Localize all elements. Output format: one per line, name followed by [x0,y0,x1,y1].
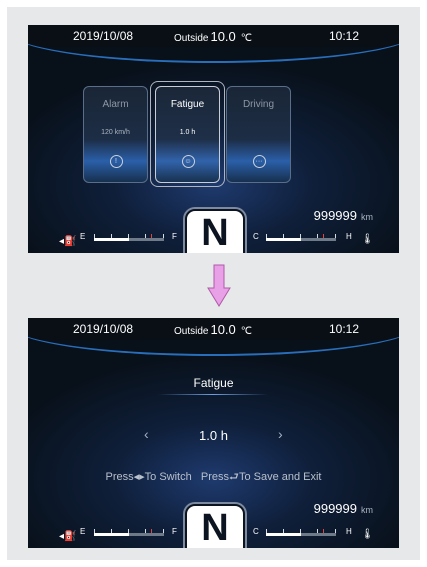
cluster-screen-fatigue: 2019/10/08 Outside 10.0 ℃ 10:12 Fatigue … [28,318,399,548]
fuel-pump-icon: ◂⛽ [59,236,77,247]
outside-temperature: Outside 10.0 ℃ [174,29,252,44]
date-display: 2019/10/08 [73,29,134,43]
coolant-temp-icon: 🌡 [361,529,374,540]
gauge-tick [145,234,146,238]
clock: 10:12 [328,322,359,336]
gauge-tick [128,234,129,238]
coolant-temp-icon: 🌡 [361,234,374,245]
temp-hot-label: H [346,232,352,241]
fuel-gauge [94,234,164,241]
menu-card-fatigue[interactable]: Fatigue 1.0 h ☺ [155,86,220,183]
menu-card-driving[interactable]: Driving ··· [226,86,291,183]
gauge-tick-red [323,529,324,533]
temp-gauge-fill [266,238,301,241]
gauge-tick-red [323,234,324,238]
temp-gauge-fill [266,533,301,536]
fuel-full-label: F [172,232,177,241]
gauge-tick [317,529,318,533]
gauge-tick [335,234,336,238]
outside-label: Outside [174,33,209,44]
gauge-tick [128,529,129,533]
gauge-tick [335,529,336,533]
odometer-unit: km [361,212,373,222]
chevron-right-icon[interactable]: › [278,426,283,442]
gear-indicator: N [185,209,245,253]
gauge-tick [111,234,112,238]
temp-cold-label: C [253,232,259,241]
gauge-tick-red [151,529,152,533]
info-icon: ! [109,155,123,168]
temp-hot-label: H [346,527,352,536]
card-value: 1.0 h [179,129,196,136]
date-display: 2019/10/08 [73,322,134,336]
gauge-tick [266,234,267,238]
odometer-unit: km [361,505,373,515]
title-underline [158,394,268,395]
menu-card-alarm[interactable]: Alarm 120 km/h ! [83,86,148,183]
temp-gauge [266,529,336,536]
odometer: 999999 km [314,501,373,516]
gauge-tick [94,234,95,238]
fuel-pump-icon: ◂⛽ [59,531,77,542]
left-right-arrows-icon: ◂▸ [133,471,145,483]
more-icon: ··· [252,155,266,168]
gauge-tick [163,529,164,533]
card-title: Driving [242,99,275,110]
gauge-tick [163,234,164,238]
fatigue-title: Fatigue [193,376,234,390]
card-title: Fatigue [170,99,205,110]
gauge-tick [94,529,95,533]
cluster-screen-menu: 2019/10/08 Outside 10.0 ℃ 10:12 Alarm 12… [28,25,399,253]
odometer: 999999 km [314,208,373,223]
odometer-value: 999999 [313,208,357,223]
gauge-tick [317,234,318,238]
fatigue-value[interactable]: 1.0 h [28,428,399,443]
return-button-icon: ⮐ [229,471,239,483]
controls-hint: Press◂▸To Switch Press⮐To Save and Exit [28,468,399,487]
hint-switch-prefix: Press [105,471,134,483]
gear-indicator: N [185,504,245,548]
outside-unit: ℃ [240,326,253,337]
gauge-tick [266,529,267,533]
fuel-gauge-fill [94,533,129,536]
fuel-gauge [94,529,164,536]
gauge-tick [300,234,301,238]
fuel-empty-label: E [80,232,86,241]
outside-value: 10.0 [210,322,236,337]
outside-unit: ℃ [240,33,253,44]
outside-temperature: Outside 10.0 ℃ [174,322,252,337]
clock: 10:12 [328,29,359,43]
hint-save-suffix: To Save and Exit [238,471,322,483]
outside-value: 10.0 [210,29,236,44]
person-icon: ☺ [181,155,195,168]
card-title: Alarm [102,99,129,110]
transition-arrow-icon [207,264,231,307]
gauge-tick [111,529,112,533]
fuel-gauge-fill [94,238,129,241]
gauge-tick [283,234,284,238]
gauge-tick [145,529,146,533]
fuel-empty-label: E [80,527,86,536]
gauge-tick [300,529,301,533]
fuel-full-label: F [172,527,177,536]
temp-gauge [266,234,336,241]
hint-save-prefix: Press [200,471,230,483]
card-value: 120 km/h [101,129,130,136]
outside-label: Outside [174,326,209,337]
gauge-tick-red [151,234,152,238]
hint-switch-suffix: To Switch [144,471,192,483]
temp-cold-label: C [253,527,259,536]
odometer-value: 999999 [313,501,357,516]
gauge-tick [283,529,284,533]
